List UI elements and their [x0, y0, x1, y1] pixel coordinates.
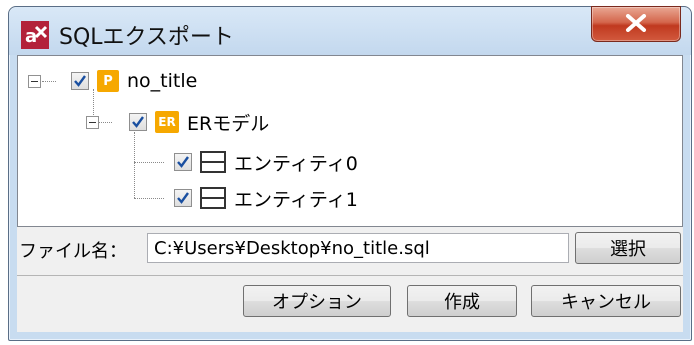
checkbox-entity[interactable] [174, 189, 192, 207]
tree-connector [134, 132, 135, 198]
table-icon [200, 187, 226, 209]
close-button[interactable] [591, 6, 681, 42]
options-button[interactable]: オプション [243, 285, 391, 317]
file-path-input[interactable] [147, 233, 569, 263]
checkmark-icon [132, 116, 144, 128]
tree-node-label: no_title [127, 70, 198, 92]
create-button[interactable]: 作成 [407, 285, 517, 317]
sql-export-dialog: a SQLエクスポート P no_title ER ERモデル エンティティ0 … [8, 6, 692, 341]
er-model-icon: ER [155, 111, 179, 133]
window-title: SQLエクスポート [59, 25, 234, 50]
tree-connector [134, 198, 164, 199]
collapse-icon[interactable] [86, 115, 99, 129]
tree-node-label: エンティティ1 [234, 188, 358, 211]
tree-node-entity[interactable]: エンティティ0 [174, 149, 358, 175]
checkmark-icon [74, 75, 86, 87]
divider [17, 275, 683, 276]
tree-node-label: エンティティ0 [234, 152, 358, 175]
table-tree: P no_title ER ERモデル エンティティ0 エンティティ1 [17, 55, 683, 227]
checkbox-project[interactable] [71, 72, 89, 90]
file-name-label: ファイル名： [19, 241, 127, 262]
close-icon [626, 14, 646, 32]
select-file-button[interactable]: 選択 [575, 232, 681, 264]
checkbox-entity[interactable] [174, 153, 192, 171]
project-icon: P [97, 70, 119, 92]
dialog-body: P no_title ER ERモデル エンティティ0 エンティティ1 ファイル… [17, 55, 683, 332]
tree-node-model[interactable]: ER ERモデル [86, 109, 269, 135]
checkbox-model[interactable] [129, 113, 147, 131]
checkmark-icon [177, 156, 189, 168]
table-icon [200, 151, 226, 173]
cancel-button[interactable]: キャンセル [531, 285, 681, 317]
tree-node-entity[interactable]: エンティティ1 [174, 185, 358, 211]
title-bar[interactable]: a SQLエクスポート [9, 6, 691, 55]
tree-connector [134, 162, 164, 163]
svg-text:a: a [25, 26, 37, 47]
app-icon: a [21, 21, 49, 49]
collapse-icon[interactable] [28, 74, 41, 88]
tree-node-project[interactable]: P no_title [28, 68, 197, 94]
checkmark-icon [177, 192, 189, 204]
tree-node-label: ERモデル [187, 112, 270, 135]
file-name-row: ファイル名： 選択 [17, 231, 683, 265]
